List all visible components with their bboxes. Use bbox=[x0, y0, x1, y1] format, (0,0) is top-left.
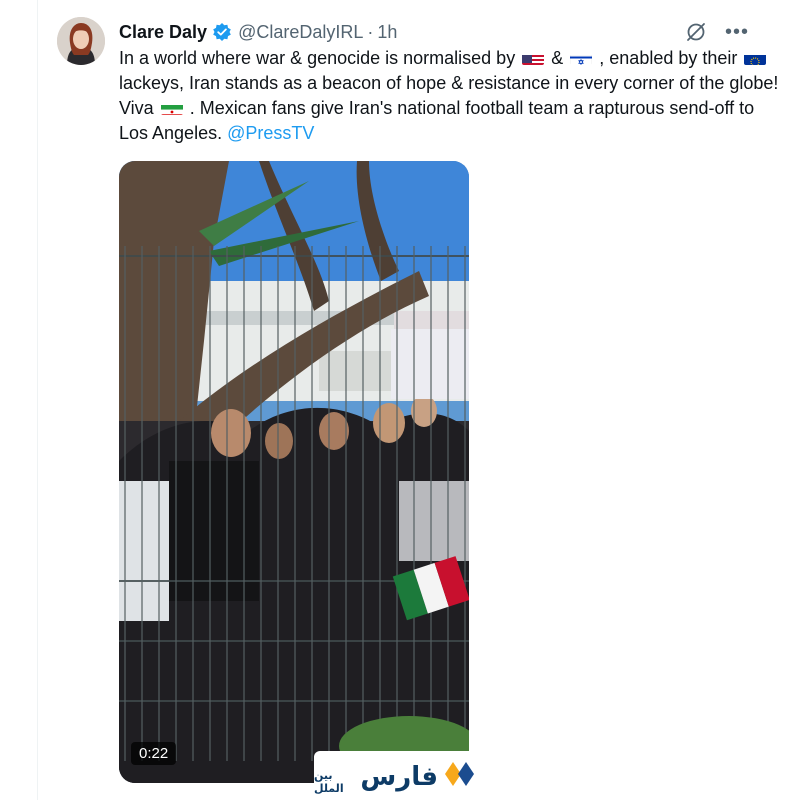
timeline-divider bbox=[37, 0, 38, 800]
tweet-header: Clare Daly @ClareDalyIRL · 1h bbox=[119, 20, 397, 44]
watermark-sub: بين الملل bbox=[314, 769, 344, 795]
separator: · bbox=[367, 21, 374, 42]
flag-eu-icon bbox=[744, 51, 767, 65]
grok-icon[interactable] bbox=[685, 21, 707, 43]
author-name[interactable]: Clare Daly bbox=[119, 22, 207, 43]
fars-logo-icon bbox=[444, 761, 478, 792]
tweet-text-part: , enabled by their bbox=[599, 48, 738, 68]
video-duration: 0:22 bbox=[131, 742, 177, 765]
video-thumbnail bbox=[119, 161, 469, 783]
flag-us-icon bbox=[522, 51, 545, 65]
avatar[interactable] bbox=[57, 17, 105, 65]
timestamp[interactable]: 1h bbox=[377, 22, 397, 43]
flag-israel-icon bbox=[570, 51, 593, 65]
tweet-text-part: In a world where war & genocide is norma… bbox=[119, 48, 516, 68]
flag-iran-icon bbox=[160, 101, 183, 115]
mention-link[interactable]: @PressTV bbox=[227, 123, 314, 143]
tweet-text: In a world where war & genocide is norma… bbox=[119, 46, 779, 146]
verified-badge-icon bbox=[212, 22, 232, 42]
tweet[interactable]: Clare Daly @ClareDalyIRL · 1h ••• In a w… bbox=[57, 14, 778, 802]
watermark-main: فارس bbox=[360, 761, 438, 792]
author-handle[interactable]: @ClareDalyIRL bbox=[238, 22, 363, 43]
tweet-text-amp: & bbox=[551, 48, 564, 68]
tweet-actions: ••• bbox=[685, 21, 749, 43]
video-player[interactable]: 0:22 bbox=[119, 161, 469, 783]
fars-watermark: بين الملل فارس bbox=[314, 751, 478, 802]
tweet-text-part: . Mexican fans give Iran's national foot… bbox=[119, 98, 755, 143]
more-icon[interactable]: ••• bbox=[725, 22, 749, 42]
